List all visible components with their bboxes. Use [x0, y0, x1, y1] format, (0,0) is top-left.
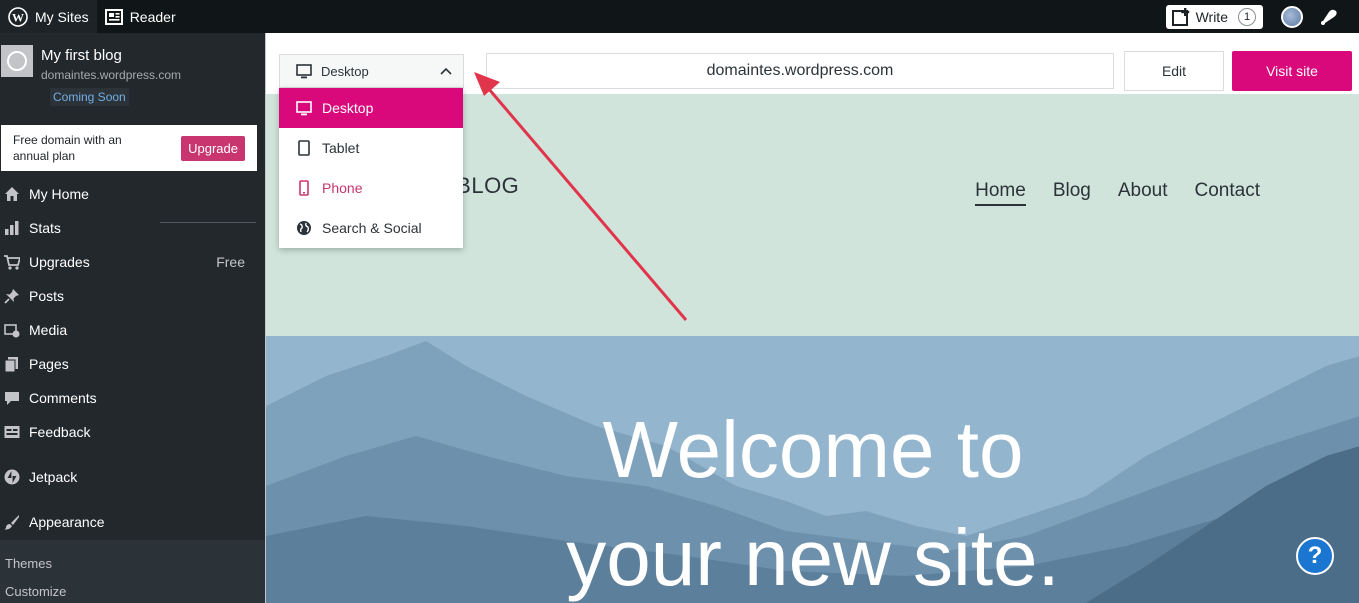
sidebar-nav: My Home Stats Upgrades Free Posts Media …	[0, 177, 265, 539]
sidebar-item-label: Pages	[29, 356, 69, 372]
site-title: My first blog	[41, 47, 122, 64]
sidebar-item-label: Upgrades	[29, 254, 90, 270]
user-avatar[interactable]	[1281, 5, 1303, 28]
jetpack-icon	[4, 469, 20, 485]
masterbar: W My Sites Reader Write 1	[0, 0, 1359, 33]
sidebar-item-posts[interactable]: Posts	[0, 279, 265, 313]
brush-icon	[4, 514, 20, 530]
sidebar-item-stats[interactable]: Stats	[0, 211, 265, 245]
desktop-icon	[296, 63, 312, 78]
sidebar-item-label: My Home	[29, 186, 89, 202]
preview-nav-contact[interactable]: Contact	[1195, 180, 1260, 206]
sidebar-item-label: Jetpack	[29, 469, 78, 485]
media-icon	[4, 322, 20, 338]
my-sites-label: My Sites	[35, 8, 89, 25]
submenu-item-customize[interactable]: Customize	[0, 577, 265, 603]
globe-icon	[297, 221, 311, 235]
cart-icon	[4, 254, 20, 270]
sidebar-item-label: Feedback	[29, 424, 91, 440]
write-button[interactable]: Write 1	[1165, 4, 1263, 29]
sidebar-item-label: Posts	[29, 288, 65, 304]
site-domain: domaintes.wordpress.com	[41, 68, 182, 82]
device-switcher-label: Desktop	[321, 63, 369, 79]
upgrade-button[interactable]: Upgrade	[181, 135, 245, 161]
visit-site-button[interactable]: Visit site	[1232, 51, 1352, 91]
feedback-icon	[4, 424, 20, 440]
write-count-badge: 1	[1238, 7, 1256, 26]
sidebar-item-label: Stats	[29, 220, 61, 236]
appearance-submenu: Themes Customize	[0, 540, 265, 603]
reader-button[interactable]: Reader	[97, 0, 184, 33]
phone-icon	[299, 180, 309, 196]
hero-line-2: your new site.	[566, 513, 1060, 602]
upgrade-nudge: Free domain with an annual plan Upgrade	[1, 125, 257, 171]
device-option-label: Phone	[322, 180, 363, 196]
sidebar-item-media[interactable]: Media	[0, 313, 265, 347]
device-option-label: Tablet	[322, 140, 360, 156]
hero-line-1: Welcome to	[602, 405, 1024, 494]
device-dropdown-menu: Desktop Tablet Phone Search & Social	[279, 88, 463, 248]
site-card[interactable]: My first blog domaintes.wordpress.com Co…	[0, 33, 265, 125]
device-option-label: Search & Social	[322, 220, 422, 236]
sidebar-item-my-home[interactable]: My Home	[0, 177, 265, 211]
device-switcher-button[interactable]: Desktop	[279, 54, 464, 88]
upgrades-free-badge: Free	[216, 254, 245, 270]
sidebar-item-pages[interactable]: Pages	[0, 347, 265, 381]
tablet-icon	[298, 140, 310, 156]
device-option-tablet[interactable]: Tablet	[279, 128, 463, 168]
preview-toolbar: Desktop domaintes.wordpress.com Edit Vis…	[266, 33, 1359, 93]
sidebar-item-label: Media	[29, 322, 68, 338]
device-option-phone[interactable]: Phone	[279, 168, 463, 208]
edit-button[interactable]: Edit	[1124, 51, 1224, 91]
sidebar-item-label: Comments	[29, 390, 97, 406]
my-sites-button[interactable]: W My Sites	[0, 0, 97, 33]
sidebar-item-appearance[interactable]: Appearance	[0, 505, 265, 539]
sidebar-item-jetpack[interactable]: Jetpack	[0, 460, 265, 494]
preview-hero: Welcome to your new site. ?	[266, 336, 1359, 603]
reader-icon	[104, 8, 123, 25]
preview-site-nav: Home Blog About Contact	[975, 180, 1260, 206]
home-icon	[4, 186, 20, 202]
upgrade-nudge-text: Free domain with an annual plan	[13, 133, 122, 163]
sidebar-item-label: Appearance	[29, 514, 105, 530]
chevron-up-icon	[440, 67, 452, 75]
desktop-icon	[296, 100, 312, 115]
help-button[interactable]: ?	[1296, 537, 1334, 575]
hero-headline: Welcome to your new site.	[266, 396, 1359, 603]
sidebar-item-comments[interactable]: Comments	[0, 381, 265, 415]
sidebar-item-feedback[interactable]: Feedback	[0, 415, 265, 449]
preview-nav-about[interactable]: About	[1118, 180, 1168, 206]
site-url-field[interactable]: domaintes.wordpress.com	[486, 53, 1114, 89]
comment-icon	[4, 390, 20, 406]
svg-text:W: W	[12, 10, 24, 24]
stats-icon	[4, 220, 20, 236]
write-icon	[1171, 7, 1189, 26]
write-label: Write	[1195, 8, 1228, 25]
device-option-search-social[interactable]: Search & Social	[279, 208, 463, 248]
reader-label: Reader	[129, 8, 176, 25]
preview-nav-home[interactable]: Home	[975, 180, 1026, 206]
site-icon	[1, 45, 33, 77]
notifications-icon[interactable]	[1319, 7, 1339, 27]
sidebar-item-upgrades[interactable]: Upgrades Free	[0, 245, 265, 279]
submenu-item-themes[interactable]: Themes	[0, 549, 265, 577]
preview-nav-blog[interactable]: Blog	[1053, 180, 1091, 206]
device-option-desktop[interactable]: Desktop	[279, 88, 463, 128]
coming-soon-badge: Coming Soon	[50, 88, 129, 106]
device-option-label: Desktop	[322, 100, 374, 116]
pin-icon	[4, 288, 20, 304]
sidebar: My first blog domaintes.wordpress.com Co…	[0, 33, 265, 603]
wordpress-icon: W	[8, 6, 28, 27]
pages-icon	[4, 356, 20, 372]
